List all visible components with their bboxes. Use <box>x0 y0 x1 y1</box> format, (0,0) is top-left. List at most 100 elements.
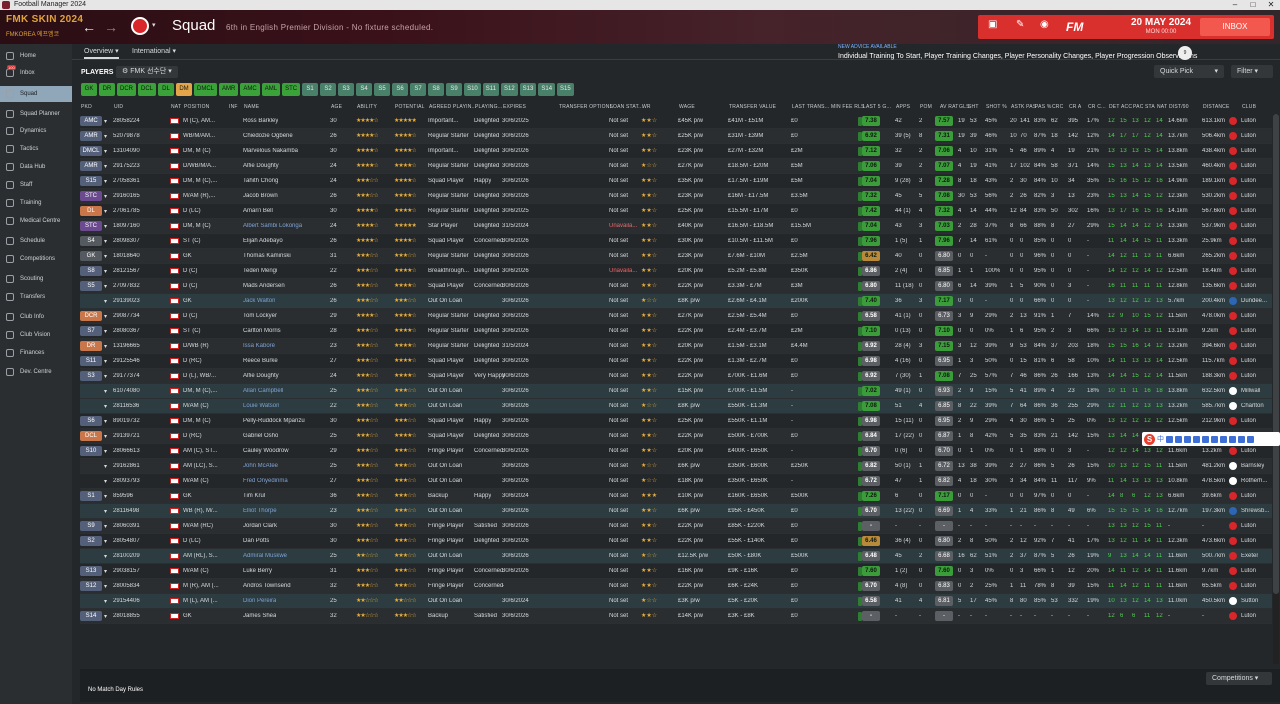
position-picker[interactable]: AMR <box>80 161 102 171</box>
dropdown-chevron-icon[interactable]: ▾ <box>104 388 107 395</box>
ime-tool-icon[interactable] <box>1184 435 1191 443</box>
player-name[interactable]: Allan Campbell <box>243 388 283 394</box>
ime-tool-icon[interactable] <box>1193 435 1200 443</box>
position-picker[interactable]: DCL <box>80 431 102 441</box>
club-name[interactable]: Rotherh... <box>1241 478 1267 484</box>
column-header-ast[interactable]: AST <box>1011 104 1021 110</box>
ime-tool-icon[interactable] <box>1175 435 1182 443</box>
player-name[interactable]: Elliot Thorpe <box>243 508 277 514</box>
player-name[interactable]: Gabriel Osho <box>243 433 278 439</box>
club-name[interactable]: Luton <box>1241 418 1256 424</box>
table-row[interactable]: ▾ 28116498 WB (R), M/... Elliot Thorpe 23 ★★★… <box>80 504 1272 519</box>
dropdown-chevron-icon[interactable]: ▾ <box>104 283 107 290</box>
table-row[interactable]: DMCL ▾ 13104090 DM, M (C) Marvelous Nakamba 3… <box>80 144 1272 159</box>
player-name[interactable]: Albert Sambi Lokonga <box>243 223 302 229</box>
table-row[interactable]: GK ▾ 18018640 GK Thomas Kaminski 31 ★★★☆☆ ★★★☆☆… <box>80 249 1272 264</box>
club-name[interactable]: Luton <box>1241 118 1256 124</box>
card-icon[interactable]: ▣ <box>988 19 997 30</box>
column-header-agreed-playin[interactable]: AGREED PLAYIN... <box>429 104 476 110</box>
sidebar-item-inbox[interactable]: 100 Inbox <box>0 65 72 81</box>
table-row[interactable]: S10 ▾ 28066613 AM (C), ST... Cauley Woodrow 2… <box>80 444 1272 459</box>
sidebar-item-transfers[interactable]: Transfers <box>0 289 72 305</box>
sidebar-item-scouting[interactable]: Scouting <box>0 271 72 287</box>
dropdown-chevron-icon[interactable]: ▾ <box>104 523 107 530</box>
club-name[interactable]: Millwall <box>1241 388 1260 394</box>
player-name[interactable]: Alfie Doughty <box>243 373 279 379</box>
position-picker[interactable]: S7 <box>80 326 102 336</box>
table-row[interactable]: S11 ▾ 29125546 D (RC) Reece Burke 27 ★★★☆☆ ★★★★… <box>80 354 1272 369</box>
position-picker[interactable]: DL <box>80 206 102 216</box>
fm-logo[interactable]: FM <box>1066 20 1083 34</box>
club-name[interactable]: Luton <box>1241 148 1256 154</box>
club-name[interactable]: Charlton <box>1241 403 1264 409</box>
dropdown-chevron-icon[interactable]: ▾ <box>104 508 107 515</box>
position-filter-s8[interactable]: S8 <box>428 83 445 96</box>
table-row[interactable]: S13 ▾ 29038157 M/AM (C) Luke Berry 31 ★★★☆☆ ★★★… <box>80 564 1272 579</box>
player-name[interactable]: John McAtee <box>243 463 278 469</box>
position-filter-dl[interactable]: DL <box>158 83 175 96</box>
column-header-last-5-g[interactable]: LAST 5 G... <box>863 104 891 110</box>
club-name[interactable]: Barnsley <box>1241 463 1264 469</box>
table-row[interactable]: DCR ▾ 29087734 D (C) Tom Lockyer 29 ★★★★☆ ★★★★☆… <box>80 309 1272 324</box>
table-row[interactable]: S12 ▾ 28005834 M (R), AM (... Andros Townsen… <box>80 579 1272 594</box>
position-picker[interactable]: GK <box>80 251 102 261</box>
table-row[interactable]: S8 ▾ 28121567 D (C) Teden Mengi 22 ★★★☆☆ ★★★★☆ B… <box>80 264 1272 279</box>
position-picker[interactable]: S14 <box>80 611 102 621</box>
dropdown-chevron-icon[interactable]: ▾ <box>104 193 107 200</box>
column-header-expires[interactable]: EXPIRES <box>503 104 526 110</box>
club-name[interactable]: Luton <box>1241 613 1256 619</box>
position-picker[interactable]: DR <box>80 341 102 351</box>
club-name[interactable]: Luton <box>1241 133 1256 139</box>
player-name[interactable]: Luke Berry <box>243 568 272 574</box>
dropdown-chevron-icon[interactable]: ▾ <box>104 568 107 575</box>
club-name[interactable]: Luton <box>1241 223 1256 229</box>
club-name[interactable]: Luton <box>1241 358 1256 364</box>
ime-tool-icon[interactable] <box>1220 435 1227 443</box>
dropdown-chevron-icon[interactable]: ▾ <box>104 328 107 335</box>
table-row[interactable]: ▾ 28100209 AM (RL), S... Admiral Muskwe 25 ★★… <box>80 549 1272 564</box>
column-header-sht[interactable]: SHT <box>968 104 979 110</box>
dropdown-chevron-icon[interactable]: ▾ <box>104 433 107 440</box>
column-header-pac[interactable]: PAC <box>1133 104 1144 110</box>
club-name[interactable]: Sutton <box>1241 598 1258 604</box>
club-name[interactable]: Luton <box>1241 163 1256 169</box>
position-picker[interactable]: S3 <box>80 371 102 381</box>
club-name[interactable]: Luton <box>1241 583 1256 589</box>
competitions-button[interactable]: Competitions ▾ <box>1206 672 1272 685</box>
dropdown-chevron-icon[interactable]: ▾ <box>104 373 107 380</box>
position-filter-s13[interactable]: S13 <box>519 83 537 96</box>
column-header-nat[interactable]: NAT <box>171 104 181 110</box>
dropdown-chevron-icon[interactable]: ▾ <box>104 208 107 215</box>
column-header-uid[interactable]: UID <box>114 104 123 110</box>
position-filter-s11[interactable]: S11 <box>482 83 499 96</box>
position-picker[interactable]: STC <box>80 191 102 201</box>
column-header-inf[interactable]: INF <box>229 104 238 110</box>
dropdown-chevron-icon[interactable]: ▾ <box>104 358 107 365</box>
tab-overview[interactable]: Overview ▾ <box>84 47 119 59</box>
column-header-acc[interactable]: ACC <box>1121 104 1132 110</box>
club-name[interactable]: Luton <box>1241 448 1256 454</box>
club-name[interactable]: Exeter <box>1241 553 1258 559</box>
table-row[interactable]: DL ▾ 27061785 D (LC) Amari'i Bell 30 ★★★★☆ ★★★★… <box>80 204 1272 219</box>
view-selector[interactable]: ⚙ FMK 선수단 ▾ <box>116 66 178 78</box>
position-filter-amc[interactable]: AMC <box>240 83 260 96</box>
sidebar-item-club-info[interactable]: Club Info <box>0 309 72 325</box>
column-header-loan-stat[interactable]: LOAN STAT... <box>610 104 643 110</box>
player-name[interactable]: Dan Potts <box>243 538 269 544</box>
sidebar-item-club-vision[interactable]: Club Vision <box>0 327 72 343</box>
player-name[interactable]: Elijah Adebayo <box>243 238 283 244</box>
club-name[interactable]: Luton <box>1241 313 1256 319</box>
dropdown-chevron-icon[interactable]: ▾ <box>104 493 107 500</box>
position-filter-gk[interactable]: GK <box>81 83 97 96</box>
player-name[interactable]: Issa Kaboré <box>243 343 275 349</box>
position-filter-dr[interactable]: DR <box>99 83 115 96</box>
dropdown-chevron-icon[interactable]: ▾ <box>104 583 107 590</box>
column-header-min-fee-rls[interactable]: MIN FEE RLS <box>831 104 865 110</box>
table-row[interactable]: ▾ 61074080 DM, M (C),... Allan Campbell 25 ★★… <box>80 384 1272 399</box>
column-header-pom[interactable]: POM <box>920 104 932 110</box>
dropdown-chevron-icon[interactable]: ▾ <box>104 223 107 230</box>
column-header-shot[interactable]: SHOT % <box>986 104 1007 110</box>
club-name[interactable]: Luton <box>1241 253 1256 259</box>
dropdown-chevron-icon[interactable]: ▾ <box>104 238 107 245</box>
club-name[interactable]: Luton <box>1241 523 1256 529</box>
